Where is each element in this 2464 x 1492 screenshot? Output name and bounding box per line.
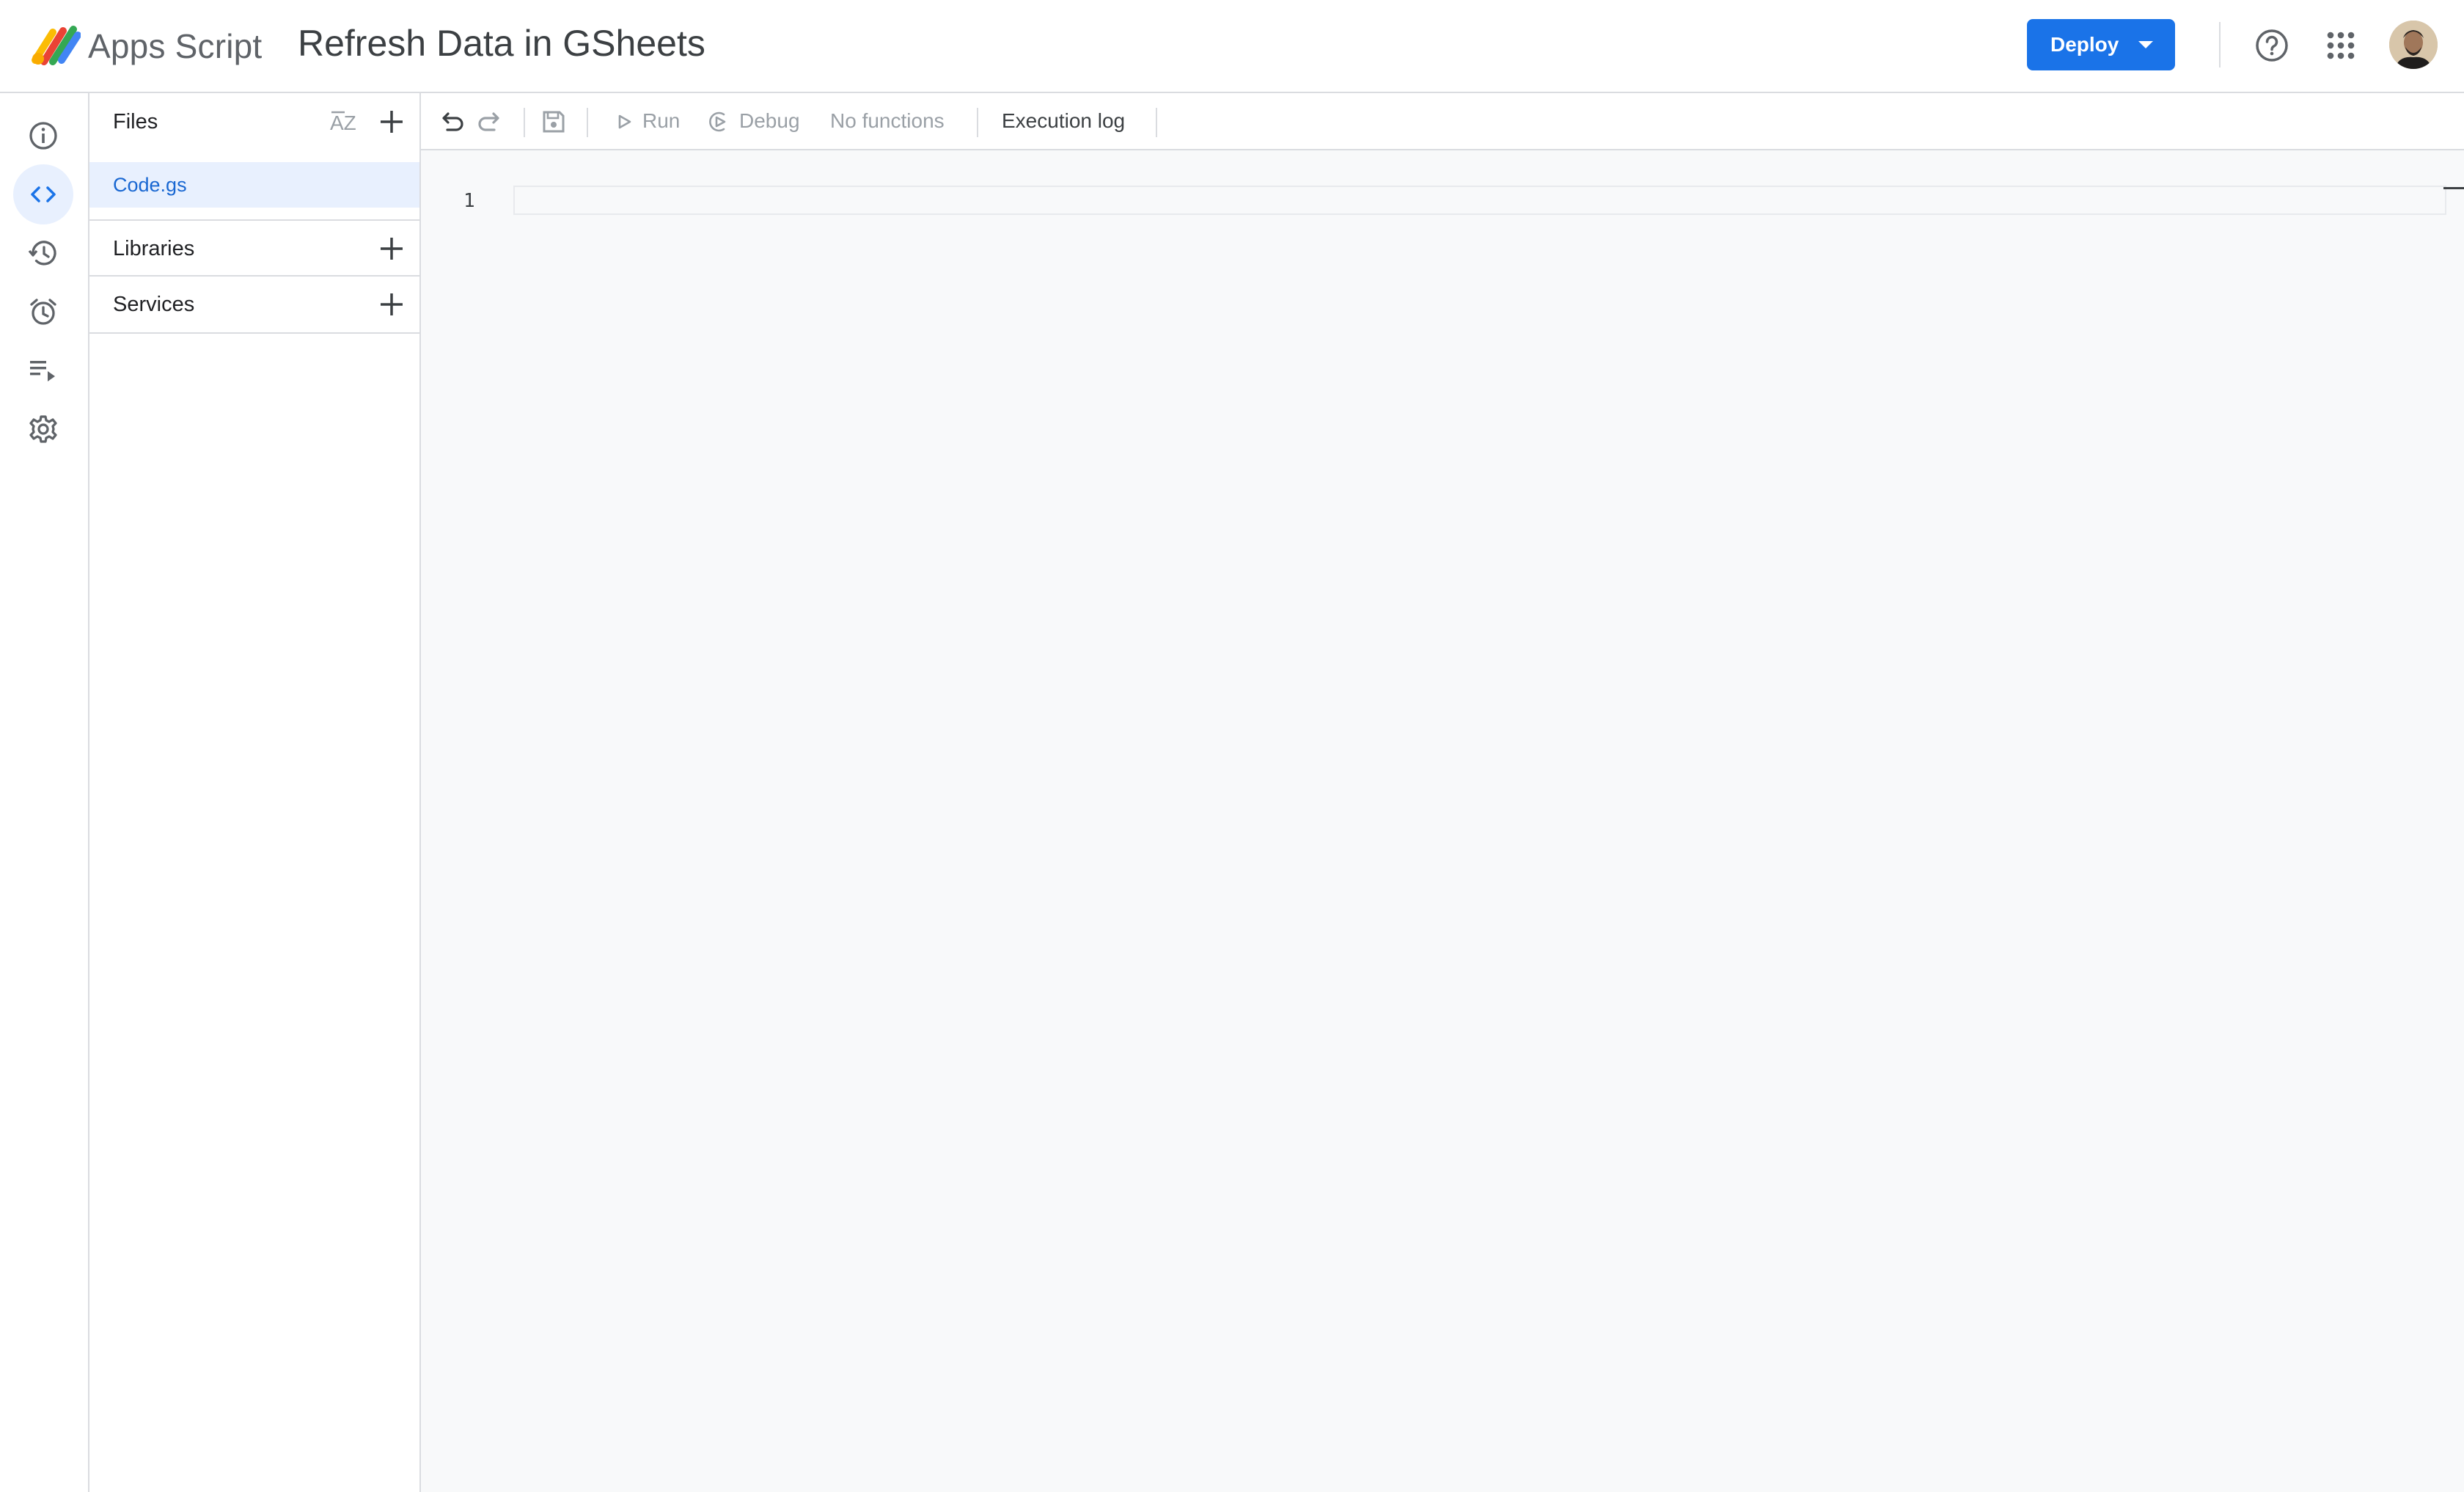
info-icon bbox=[29, 122, 57, 150]
account-avatar[interactable] bbox=[2389, 21, 2438, 69]
rail-item-settings[interactable] bbox=[13, 399, 73, 459]
files-label: Files bbox=[113, 110, 158, 134]
left-nav-rail bbox=[0, 93, 89, 1492]
apps-script-logo-icon[interactable] bbox=[31, 22, 81, 66]
function-select[interactable]: No functions bbox=[830, 109, 945, 133]
help-icon[interactable] bbox=[2254, 28, 2289, 63]
code-icon bbox=[31, 186, 56, 202]
alarm-icon bbox=[30, 299, 56, 325]
redo-icon[interactable] bbox=[477, 108, 505, 136]
toolbar-separator bbox=[1156, 108, 1157, 137]
file-item-code-gs[interactable]: Code.gs bbox=[89, 162, 419, 208]
services-section: Services bbox=[89, 277, 419, 334]
toolbar-separator bbox=[977, 108, 978, 137]
deploy-label: Deploy bbox=[2050, 33, 2119, 56]
debug-button[interactable]: Debug bbox=[739, 109, 800, 133]
product-name: Apps Script bbox=[88, 27, 263, 65]
history-icon bbox=[28, 241, 56, 266]
header-divider bbox=[2219, 22, 2221, 67]
line-number: 1 bbox=[463, 190, 475, 212]
libraries-label: Libraries bbox=[113, 237, 195, 260]
libraries-section: Libraries bbox=[89, 219, 419, 277]
project-title[interactable]: Refresh Data in GSheets bbox=[298, 22, 705, 65]
run-button[interactable]: Run bbox=[642, 109, 680, 133]
overview-ruler-cursor bbox=[2443, 187, 2464, 189]
run-icon bbox=[618, 114, 631, 129]
sort-az-icon[interactable]: AZ bbox=[329, 108, 364, 137]
add-service-icon[interactable] bbox=[377, 290, 406, 319]
files-panel: Files AZ Code.gs Libraries Services bbox=[89, 93, 421, 1492]
services-label: Services bbox=[113, 293, 195, 316]
rail-item-executions[interactable] bbox=[13, 340, 73, 401]
debug-icon bbox=[709, 111, 726, 132]
add-library-icon[interactable] bbox=[377, 234, 406, 263]
google-apps-icon[interactable] bbox=[2326, 31, 2355, 60]
rail-item-overview[interactable] bbox=[13, 106, 73, 166]
rail-item-triggers[interactable] bbox=[13, 282, 73, 342]
current-line-highlight[interactable] bbox=[513, 186, 2446, 215]
chevron-down-icon bbox=[2138, 41, 2153, 48]
gear-icon bbox=[29, 415, 57, 443]
rail-item-editor[interactable] bbox=[13, 164, 73, 224]
save-icon[interactable] bbox=[540, 108, 568, 136]
code-editor[interactable]: 1 bbox=[421, 150, 2464, 1492]
toolbar-separator bbox=[587, 108, 588, 137]
add-file-icon[interactable] bbox=[377, 107, 406, 136]
executions-icon bbox=[30, 361, 55, 381]
execution-log-button[interactable]: Execution log bbox=[1002, 109, 1125, 133]
editor-toolbar: Run Debug No functions Execution log bbox=[421, 93, 2464, 150]
svg-text:AZ: AZ bbox=[330, 111, 356, 134]
rail-item-project-history[interactable] bbox=[13, 223, 73, 283]
deploy-button[interactable]: Deploy bbox=[2027, 19, 2175, 70]
files-header: Files AZ bbox=[89, 93, 419, 150]
avatar-image bbox=[2389, 21, 2438, 69]
file-name: Code.gs bbox=[113, 174, 187, 196]
top-bar: Apps Script Refresh Data in GSheets Depl… bbox=[0, 0, 2464, 93]
apps-script-editor: Apps Script Refresh Data in GSheets Depl… bbox=[0, 0, 2464, 1492]
toolbar-separator bbox=[524, 108, 525, 137]
undo-icon[interactable] bbox=[437, 108, 465, 136]
